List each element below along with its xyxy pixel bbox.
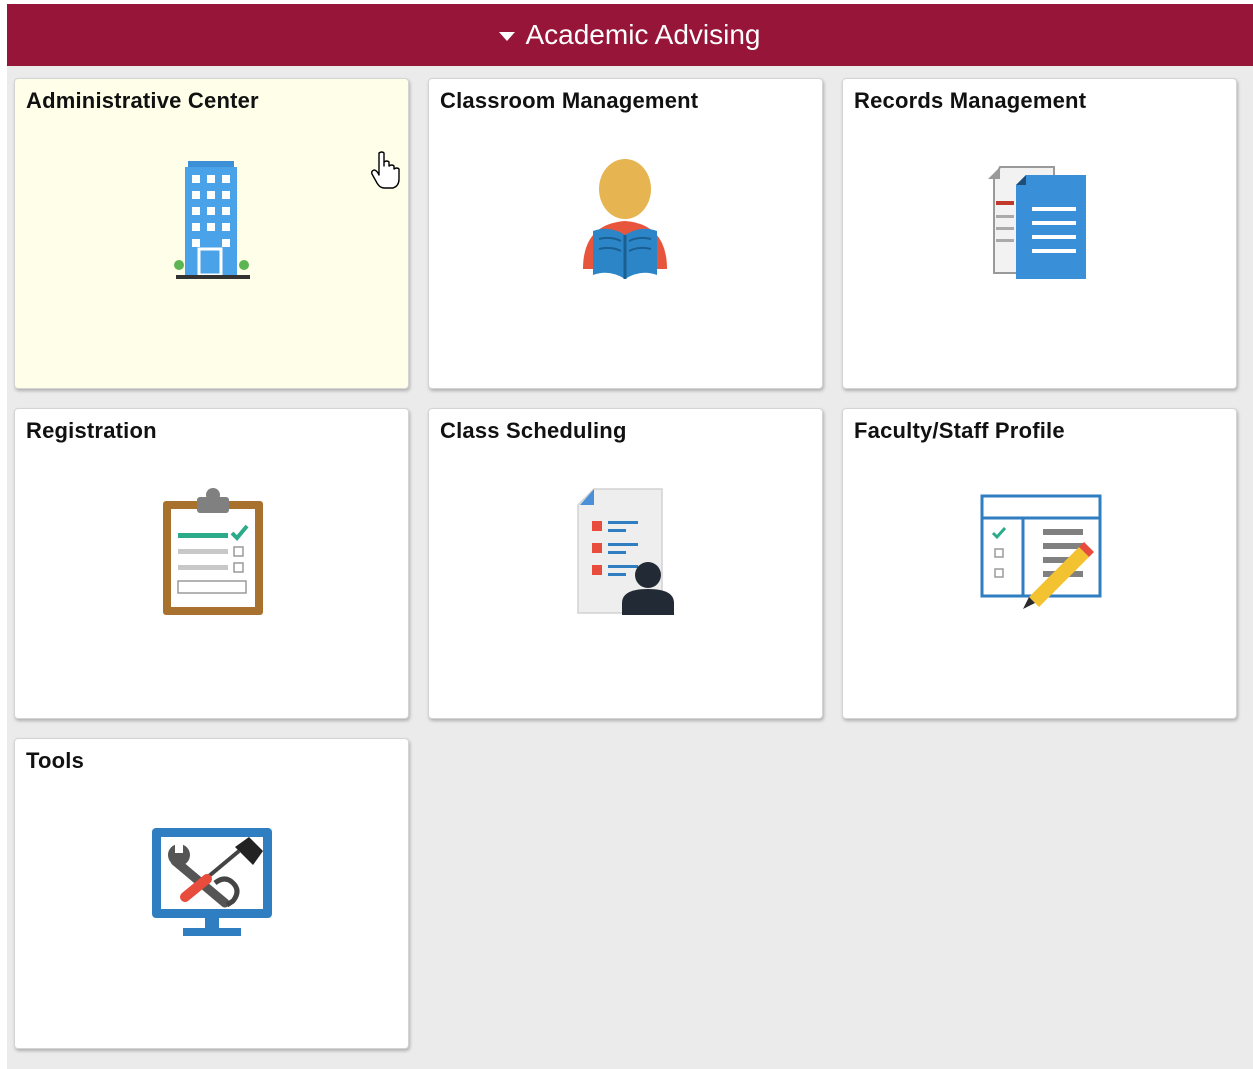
tile-title: Class Scheduling — [440, 418, 627, 443]
person-reading-book-icon — [583, 159, 667, 279]
homepage-selector-header[interactable]: Academic Advising — [7, 4, 1253, 66]
tile-title: Tools — [26, 748, 85, 773]
tile-classroom-management[interactable]: Classroom Management — [428, 78, 823, 389]
tile-faculty-staff-profile[interactable]: Faculty/Staff Profile — [842, 408, 1237, 719]
monitor-tools-icon — [152, 828, 272, 936]
hand-cursor-icon — [371, 151, 400, 189]
tile-title: Classroom Management — [440, 88, 699, 113]
tile-title: Faculty/Staff Profile — [854, 418, 1065, 443]
tile-title: Registration — [26, 418, 157, 443]
tile-tools[interactable]: Tools — [14, 738, 409, 1049]
homepage-container: Academic Advising Administrative Center … — [7, 4, 1253, 1069]
tile-title: Administrative Center — [26, 88, 259, 113]
tile-registration[interactable]: Registration — [14, 408, 409, 719]
caret-down-icon — [499, 31, 516, 41]
clipboard-checklist-icon — [163, 488, 263, 615]
homepage-title: Academic Advising — [525, 19, 761, 50]
tile-administrative-center[interactable]: Administrative Center — [14, 78, 409, 389]
schedule-document-person-icon — [577, 488, 674, 615]
office-building-icon — [174, 161, 250, 279]
documents-icon — [988, 166, 1086, 279]
tile-title: Records Management — [854, 88, 1087, 113]
tile-class-scheduling[interactable]: Class Scheduling — [428, 408, 823, 719]
tile-records-management[interactable]: Records Management — [842, 78, 1237, 389]
profile-form-pencil-icon — [980, 494, 1102, 609]
